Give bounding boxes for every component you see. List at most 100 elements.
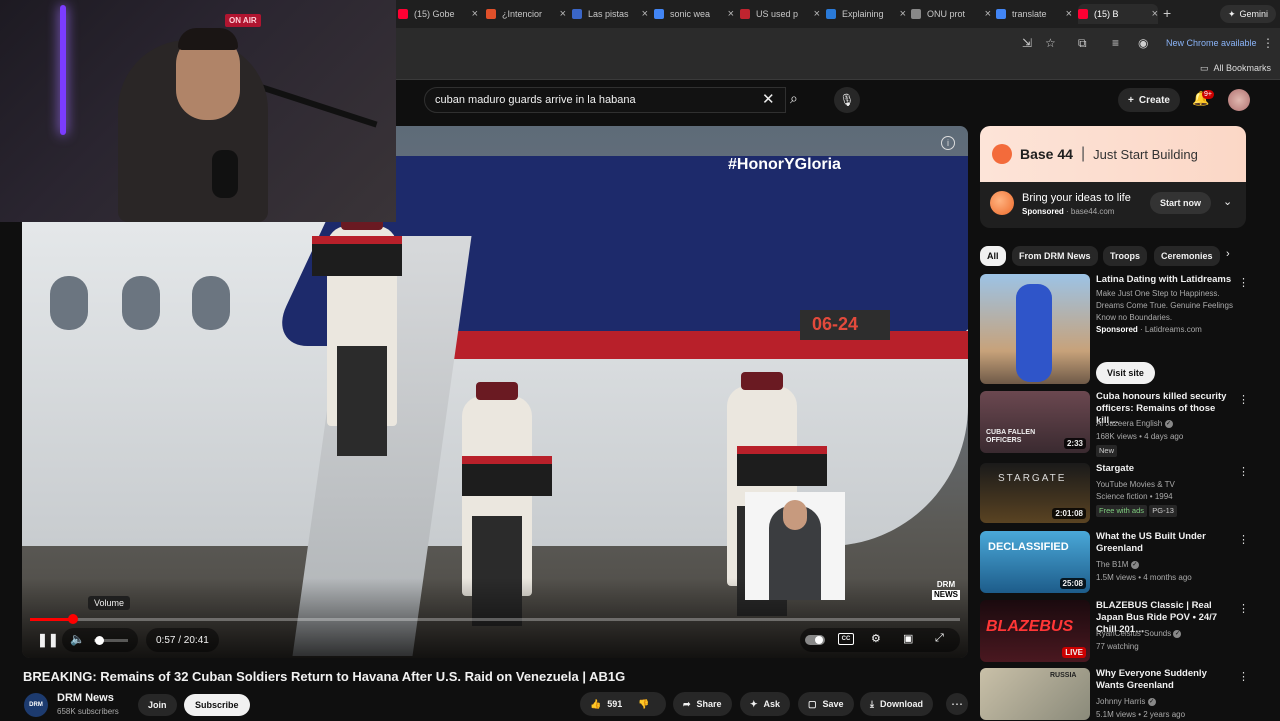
fullscreen-icon[interactable]: ⤢: [935, 632, 944, 645]
channel-name[interactable]: RyanCelsius°Sounds: [1096, 629, 1171, 638]
bookmark-star-icon[interactable]: ☆: [1045, 36, 1056, 50]
recommendation-channel[interactable]: Al Jazeera English ✓: [1096, 418, 1236, 430]
tab-4[interactable]: sonic wea ×: [654, 4, 734, 24]
subtitles-button[interactable]: CC: [838, 633, 854, 645]
progress-bar[interactable]: [30, 618, 960, 621]
tab-8[interactable]: translate ×: [996, 4, 1072, 24]
recommendation-channel[interactable]: The B1M ✓: [1096, 559, 1236, 571]
new-chrome-available-button[interactable]: New Chrome available: [1160, 34, 1263, 52]
install-icon[interactable]: ⇲: [1022, 36, 1032, 50]
close-tab-icon[interactable]: ×: [900, 8, 906, 20]
tab-search-icon[interactable]: ⧉: [1078, 36, 1087, 51]
settings-gear-icon[interactable]: ⚙: [871, 632, 881, 645]
recommendation-channel[interactable]: YouTube Movies & TV: [1096, 479, 1236, 491]
tab-3[interactable]: Las pistas ×: [572, 4, 648, 24]
video-thumbnail[interactable]: CUBA FALLEN OFFICERS 2:33: [980, 391, 1090, 453]
browser-menu-icon[interactable]: ⋮: [1262, 36, 1274, 50]
save-button[interactable]: ▢ Save: [798, 692, 854, 716]
all-bookmarks-button[interactable]: ▭ All Bookmarks: [1200, 63, 1271, 74]
tab-7[interactable]: ONU prot ×: [911, 4, 991, 24]
tab-6[interactable]: Explaining ×: [826, 4, 906, 24]
more-options-icon[interactable]: ⋮: [1238, 276, 1249, 289]
close-tab-icon[interactable]: ×: [985, 8, 991, 20]
media-controls-icon[interactable]: ≡: [1112, 36, 1119, 50]
share-button[interactable]: ➦ Share: [673, 692, 732, 716]
dislike-icon[interactable]: 👎: [638, 699, 649, 710]
search-input[interactable]: cuban maduro guards arrive in la habana: [424, 87, 786, 113]
search-icon[interactable]: ⌕: [790, 90, 798, 107]
create-button[interactable]: + Create: [1118, 88, 1180, 112]
recommendation-title[interactable]: What the US Built Under Greenland: [1096, 531, 1234, 555]
profile-icon[interactable]: ◉: [1138, 36, 1148, 50]
new-tab-button[interactable]: +: [1163, 5, 1171, 21]
close-tab-icon[interactable]: ×: [1152, 8, 1158, 20]
account-avatar[interactable]: [1228, 89, 1250, 111]
channel-name[interactable]: Al Jazeera English: [1096, 419, 1162, 428]
subscribe-button[interactable]: Subscribe: [184, 694, 250, 716]
autoplay-toggle[interactable]: [805, 635, 825, 645]
chip-from-drm-news[interactable]: From DRM News: [1012, 246, 1098, 266]
recommendation-title[interactable]: Stargate: [1096, 463, 1234, 475]
download-button[interactable]: ⤓ Download: [860, 692, 933, 716]
voice-search-button[interactable]: 🎙: [834, 87, 860, 113]
ad-banner[interactable]: Base 44 | Just Start Building: [980, 126, 1246, 182]
ad-title[interactable]: Bring your ideas to life: [1022, 192, 1131, 204]
volume-icon[interactable]: 🔈: [70, 632, 85, 646]
tab-9[interactable]: (15) B ×: [1078, 4, 1158, 24]
more-options-icon[interactable]: ⋮: [1238, 602, 1249, 615]
tab-1[interactable]: (15) Gobe ×: [398, 4, 478, 24]
close-tab-icon[interactable]: ×: [814, 8, 820, 20]
list-item[interactable]: STARGATE 2:01:08 Stargate YouTube Movies…: [980, 463, 1249, 525]
tab-2[interactable]: ¿Intencior ×: [486, 4, 566, 24]
video-thumbnail[interactable]: [980, 274, 1090, 384]
close-tab-icon[interactable]: ×: [1066, 8, 1072, 20]
channel-avatar[interactable]: DRM: [24, 693, 48, 717]
more-options-icon[interactable]: ⋮: [1238, 533, 1249, 546]
info-icon[interactable]: i: [941, 136, 955, 150]
tab-5[interactable]: US used p ×: [740, 4, 820, 24]
tab-favicon-icon: [740, 9, 750, 19]
pause-button[interactable]: ❚❚: [37, 632, 59, 648]
more-actions-button[interactable]: ⋯: [946, 693, 968, 715]
sponsored-label: Sponsored: [1022, 207, 1064, 216]
miniplayer-icon[interactable]: ▣: [903, 632, 913, 645]
chip-all[interactable]: All: [980, 246, 1006, 266]
chip-ceremonies[interactable]: Ceremonies: [1154, 246, 1220, 266]
like-count[interactable]: 591: [607, 699, 622, 709]
video-thumbnail[interactable]: DECLASSIFIED 25:08: [980, 531, 1090, 593]
more-options-icon[interactable]: ⋮: [1238, 393, 1249, 406]
list-item[interactable]: DECLASSIFIED 25:08 What the US Built Und…: [980, 531, 1249, 593]
like-icon[interactable]: 👍: [590, 699, 601, 710]
channel-name[interactable]: The B1M: [1096, 560, 1128, 569]
flag-draped-box: [737, 446, 827, 486]
list-item[interactable]: CUBA FALLEN OFFICERS 2:33 Cuba honours k…: [980, 391, 1249, 457]
ask-button[interactable]: ✦ Ask: [740, 692, 791, 716]
chevron-right-icon[interactable]: ›: [1226, 248, 1230, 260]
video-thumbnail[interactable]: BLAZEBUS LIVE: [980, 600, 1090, 662]
chevron-down-icon[interactable]: ⌄: [1223, 195, 1232, 208]
more-options-icon[interactable]: ⋮: [1238, 670, 1249, 683]
visit-site-button[interactable]: Visit site: [1096, 362, 1155, 384]
more-options-icon[interactable]: ⋮: [1238, 465, 1249, 478]
list-item[interactable]: RUSSIA Why Everyone Suddenly Wants Green…: [980, 668, 1249, 720]
close-tab-icon[interactable]: ×: [472, 8, 478, 20]
thumbnail-caption: CUBA FALLEN OFFICERS: [986, 429, 1036, 444]
close-tab-icon[interactable]: ×: [642, 8, 648, 20]
gemini-button[interactable]: ✦ Gemini: [1220, 5, 1277, 23]
video-thumbnail[interactable]: STARGATE 2:01:08: [980, 463, 1090, 523]
recommendation-title[interactable]: Why Everyone Suddenly Wants Greenland: [1096, 668, 1234, 692]
recommendation-title[interactable]: Latina Dating with Latidreams: [1096, 274, 1234, 286]
video-thumbnail[interactable]: RUSSIA: [980, 668, 1090, 720]
close-tab-icon[interactable]: ×: [560, 8, 566, 20]
channel-name[interactable]: Johnny Harris: [1096, 697, 1145, 706]
recommendation-channel[interactable]: Johnny Harris ✓: [1096, 696, 1236, 708]
start-now-button[interactable]: Start now: [1150, 192, 1212, 214]
list-item[interactable]: BLAZEBUS LIVE BLAZEBUS Classic | Real Ja…: [980, 600, 1249, 662]
join-button[interactable]: Join: [138, 694, 177, 716]
recommendation-channel[interactable]: RyanCelsius°Sounds ✓: [1096, 628, 1236, 640]
close-tab-icon[interactable]: ×: [728, 8, 734, 20]
channel-name[interactable]: DRM News: [57, 692, 114, 704]
clear-search-icon[interactable]: ✕: [762, 90, 775, 108]
progress-scrubber-handle[interactable]: [67, 614, 78, 624]
chip-troops[interactable]: Troops: [1103, 246, 1148, 266]
